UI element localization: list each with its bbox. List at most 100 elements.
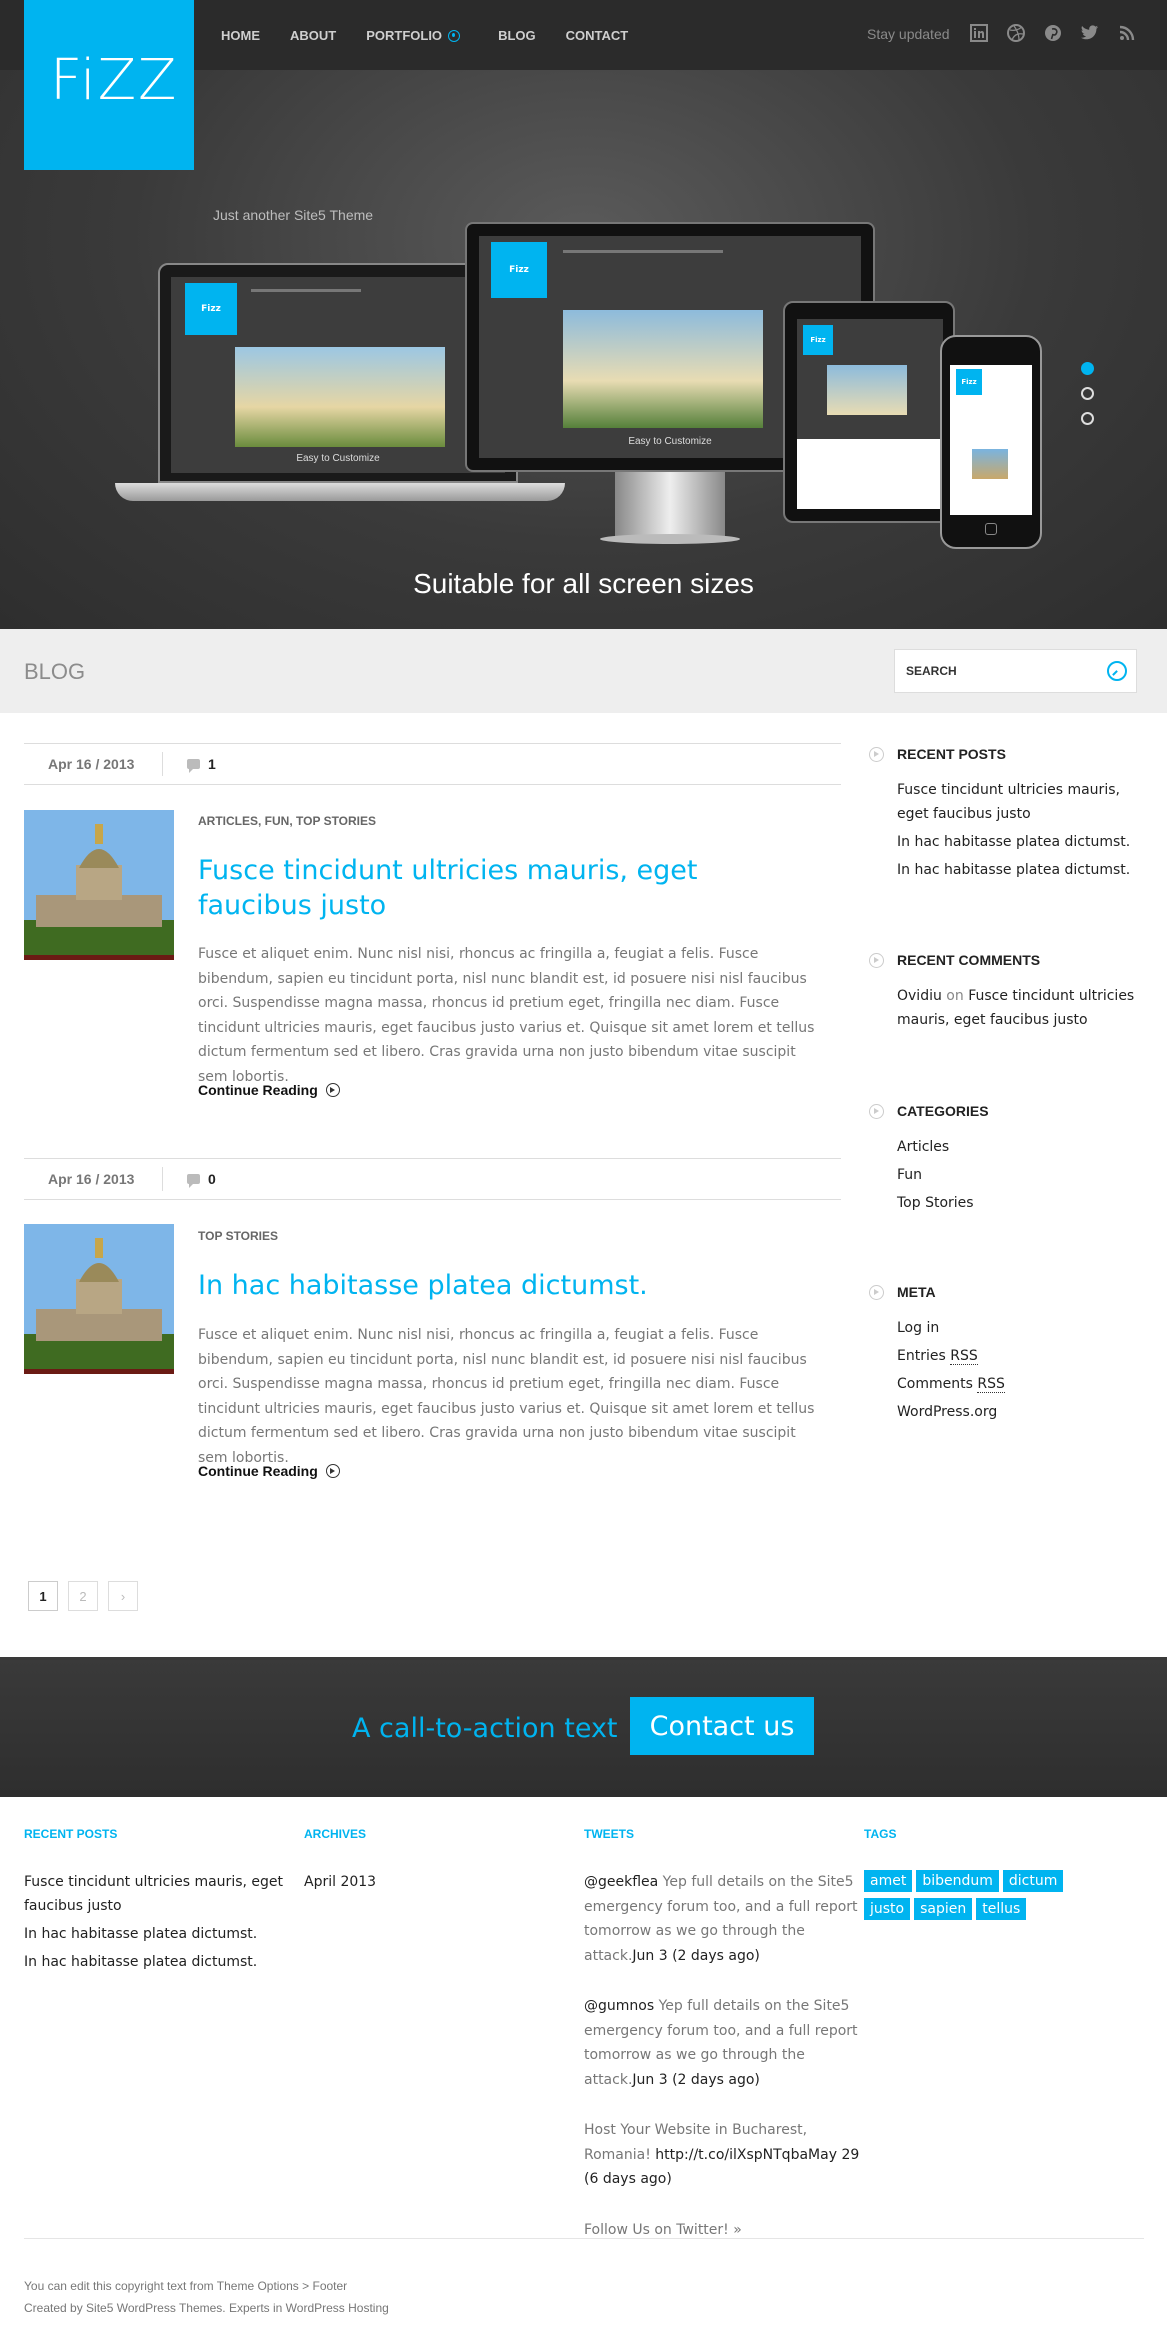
tag-link[interactable]: sapien [914, 1898, 973, 1920]
post-categories[interactable]: ARTICLES, FUN, TOP STORIES [198, 814, 376, 828]
category-link[interactable]: Top Stories [897, 1191, 1144, 1215]
widget-title: RECENT POSTS [897, 746, 1006, 762]
footer-column-title: RECENT POSTS [24, 1827, 118, 1841]
copyright: You can edit this copyright text from Th… [24, 2275, 389, 2319]
stay-updated-label: Stay updated [867, 26, 950, 42]
tweet: Host Your Website in Bucharest, Romania!… [584, 2118, 864, 2192]
widget-title: CATEGORIES [897, 1103, 989, 1119]
tweet-url-link[interactable]: http://t.co/ilXspNTqba [655, 2147, 808, 2163]
continue-reading-link[interactable]: Continue Reading [198, 1082, 340, 1098]
post-title[interactable]: In hac habitasse platea dictumst. [198, 1268, 798, 1303]
post-date: Apr 16 / 2013 [48, 1171, 135, 1187]
mini-logo: Fizz [491, 242, 547, 298]
post-title[interactable]: Fusce tincidunt ultricies mauris, eget f… [198, 853, 798, 923]
comments-rss-link[interactable]: Comments RSS [897, 1372, 1144, 1396]
nav-blog[interactable]: BLOG [498, 28, 536, 43]
rss-abbr: RSS [977, 1376, 1005, 1393]
nav-contact[interactable]: CONTACT [566, 28, 629, 43]
dropdown-circle-icon [448, 29, 461, 42]
archive-link[interactable]: April 2013 [304, 1870, 569, 1894]
page-next[interactable]: › [108, 1581, 138, 1611]
tag-cloud: amet bibendum dictum justo sapien tellus [864, 1870, 1114, 1926]
tag-link[interactable]: justo [864, 1898, 911, 1920]
post-categories[interactable]: TOP STORIES [198, 1229, 278, 1243]
nav-about[interactable]: ABOUT [290, 28, 336, 43]
mini-logo: Fizz [185, 283, 237, 335]
widget-arrow-icon [869, 1284, 884, 1300]
tag-link[interactable]: bibendum [916, 1870, 999, 1892]
page-2[interactable]: 2 [68, 1581, 98, 1611]
entries-rss-link[interactable]: Entries RSS [897, 1344, 1144, 1368]
site-tagline: Just another Site5 Theme [213, 207, 374, 223]
tweet-time-link[interactable]: Jun 3 (2 days ago) [632, 2072, 760, 2088]
category-link[interactable]: Fun [897, 1163, 1144, 1187]
comments-label: Comments [897, 1376, 978, 1392]
slider-dot-2[interactable] [1081, 387, 1094, 400]
recent-post-link[interactable]: Fusce tincidunt ultricies mauris, eget f… [897, 778, 1144, 826]
copyright-line-2[interactable]: Created by Site5 WordPress Themes. Exper… [24, 2297, 389, 2319]
search-input[interactable] [895, 650, 1095, 692]
post-thumbnail[interactable] [24, 810, 174, 960]
rss-abbr: RSS [950, 1348, 978, 1365]
nav-home[interactable]: HOME [221, 28, 260, 43]
footer-recent-post-link[interactable]: In hac habitasse platea dictumst. [24, 1950, 289, 1974]
call-to-action-bar: A call-to-action text Contact us [0, 1657, 1167, 1797]
footer-divider [24, 2238, 1144, 2239]
main-nav: HOME ABOUT PORTFOLIO BLOG CONTACT [221, 28, 658, 43]
tweet: @geekflea Yep full details on the Site5 … [584, 1870, 864, 1968]
linkedin-icon[interactable] [969, 23, 989, 43]
category-link[interactable]: Articles [897, 1135, 1144, 1159]
page-1[interactable]: 1 [28, 1581, 58, 1611]
tag-link[interactable]: amet [864, 1870, 913, 1892]
tag-link[interactable]: dictum [1002, 1870, 1064, 1892]
entries-label: Entries [897, 1348, 951, 1364]
meta-divider [162, 752, 163, 776]
continue-reading-link[interactable]: Continue Reading [198, 1463, 340, 1479]
twitter-icon[interactable] [1080, 23, 1100, 43]
phone-device-image: Fizz [940, 335, 1042, 549]
slider-dot-1[interactable] [1081, 362, 1094, 375]
rss-icon[interactable] [1117, 23, 1137, 43]
arrow-right-icon [325, 1083, 340, 1097]
pinterest-icon[interactable] [1043, 23, 1063, 43]
footer-recent-posts: RECENT POSTS Fusce tincidunt ultricies m… [24, 1827, 289, 1978]
recent-post-link[interactable]: In hac habitasse platea dictumst. [897, 858, 1144, 882]
comment-count[interactable]: 0 [187, 1171, 216, 1188]
widget-arrow-icon [869, 952, 884, 968]
contact-us-button[interactable]: Contact us [630, 1697, 814, 1755]
tweet-time-link[interactable]: Jun 3 (2 days ago) [632, 1948, 760, 1964]
tweet-user-link[interactable]: @geekflea [584, 1874, 658, 1890]
wordpress-link[interactable]: WordPress.org [897, 1400, 1144, 1424]
search-icon[interactable] [1107, 661, 1127, 681]
device-caption: Easy to Customize [296, 453, 380, 464]
footer-tweets: TWEETS @geekflea Yep full details on the… [584, 1827, 884, 2268]
tag-link[interactable]: tellus [976, 1898, 1027, 1920]
login-link[interactable]: Log in [897, 1316, 1144, 1340]
footer-recent-post-link[interactable]: In hac habitasse platea dictumst. [24, 1922, 289, 1946]
post-excerpt: Fusce et aliquet enim. Nunc nisl nisi, r… [198, 946, 815, 1085]
slider-dot-3[interactable] [1081, 412, 1094, 425]
footer-column-title: ARCHIVES [304, 1827, 367, 1841]
widget-recent-comments: RECENT COMMENTS Ovidiu on Fusce tincidun… [869, 952, 1144, 1036]
recent-post-link[interactable]: In hac habitasse platea dictumst. [897, 830, 1144, 854]
footer-column-title: TAGS [864, 1827, 897, 1841]
comment-on: on [946, 988, 964, 1004]
post-thumbnail[interactable] [24, 1224, 174, 1374]
footer-column-title: TWEETS [584, 1827, 634, 1841]
nav-portfolio-label: PORTFOLIO [366, 28, 443, 43]
nav-portfolio[interactable]: PORTFOLIO [366, 28, 461, 43]
footer-recent-post-link[interactable]: Fusce tincidunt ultricies mauris, eget f… [24, 1870, 289, 1918]
tweet: @gumnos Yep full details on the Site5 em… [584, 1994, 864, 2092]
comment-count[interactable]: 1 [187, 756, 216, 773]
mini-logo: Fizz [803, 325, 833, 355]
page-title: BLOG [24, 659, 86, 684]
dribbble-icon[interactable] [1006, 23, 1026, 43]
tweet-user-link[interactable]: @gumnos [584, 1998, 654, 2014]
footer-archives: ARCHIVES April 2013 [304, 1827, 569, 1898]
search-box [894, 649, 1137, 693]
hero-caption: Suitable for all screen sizes [413, 568, 754, 599]
site-logo[interactable]: FiZZ [24, 0, 194, 170]
comment-bubble-icon [187, 759, 200, 773]
post-excerpt: Fusce et aliquet enim. Nunc nisl nisi, r… [198, 1327, 815, 1466]
blog-title-bar: BLOG [0, 629, 1167, 713]
